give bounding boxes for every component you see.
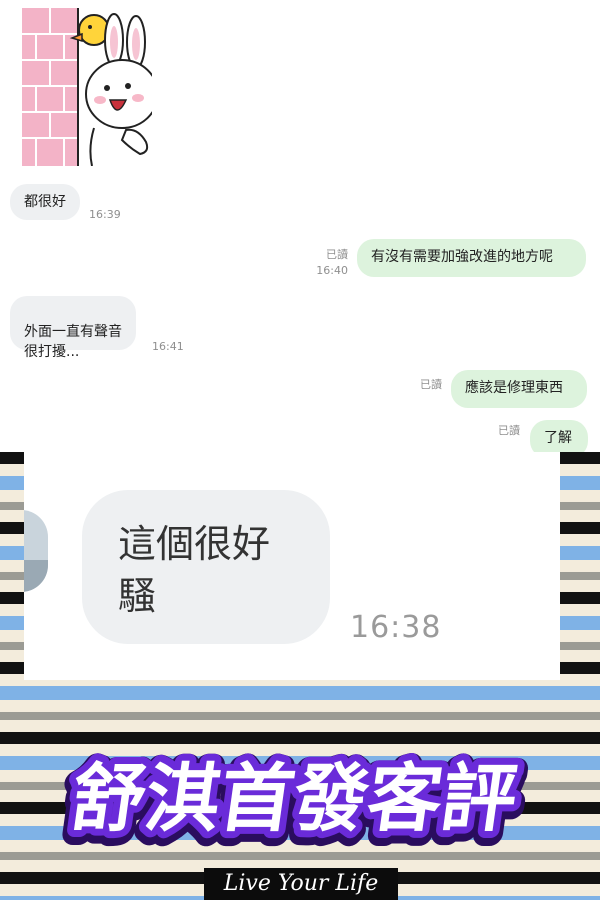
message-time: 16:40 (316, 264, 348, 277)
message-text: 都很好 (24, 194, 66, 210)
bunny-peek-sticker (22, 8, 152, 166)
zoomed-message-time: 16:38 (350, 610, 442, 645)
banner-title: 舒淇首發客評 (66, 755, 522, 842)
read-receipt: 已讀 (498, 424, 520, 437)
avatar (24, 510, 48, 592)
message-time: 16:41 (152, 340, 184, 353)
zoomed-message-text: 這個很好 騷 (118, 522, 271, 618)
message-text: 外面一直有聲音 很打擾... (24, 324, 122, 360)
tagline: Live Your Life (204, 868, 398, 900)
outgoing-message-bubble[interactable]: 應該是修理東西 (451, 370, 587, 408)
zoomed-message-card: 這個很好 騷 16:38 (24, 452, 560, 680)
read-receipt: 已讀 (326, 248, 348, 261)
message-text: 有沒有需要加強改進的地方呢 (371, 249, 553, 265)
incoming-message-bubble[interactable]: 外面一直有聲音 很打擾... (10, 296, 136, 360)
chat-thread[interactable]: 都很好 16:39 已讀 16:40 有沒有需要加強改進的地方呢 外面一直有聲音… (0, 0, 600, 452)
message-text: 了解 (544, 430, 572, 446)
incoming-message-bubble[interactable]: 都很好 (10, 184, 80, 220)
read-receipt: 已讀 (420, 378, 442, 391)
message-text: 應該是修理東西 (465, 380, 563, 396)
outgoing-message-bubble[interactable]: 了解 (530, 420, 588, 452)
message-time: 16:39 (89, 208, 121, 221)
zoomed-message-bubble: 這個很好 騷 (82, 490, 330, 644)
outgoing-message-bubble[interactable]: 有沒有需要加強改進的地方呢 (357, 239, 586, 277)
title-banner: 舒淇首發客評 舒淇首發客評 舒淇首發客評 (12, 742, 572, 860)
